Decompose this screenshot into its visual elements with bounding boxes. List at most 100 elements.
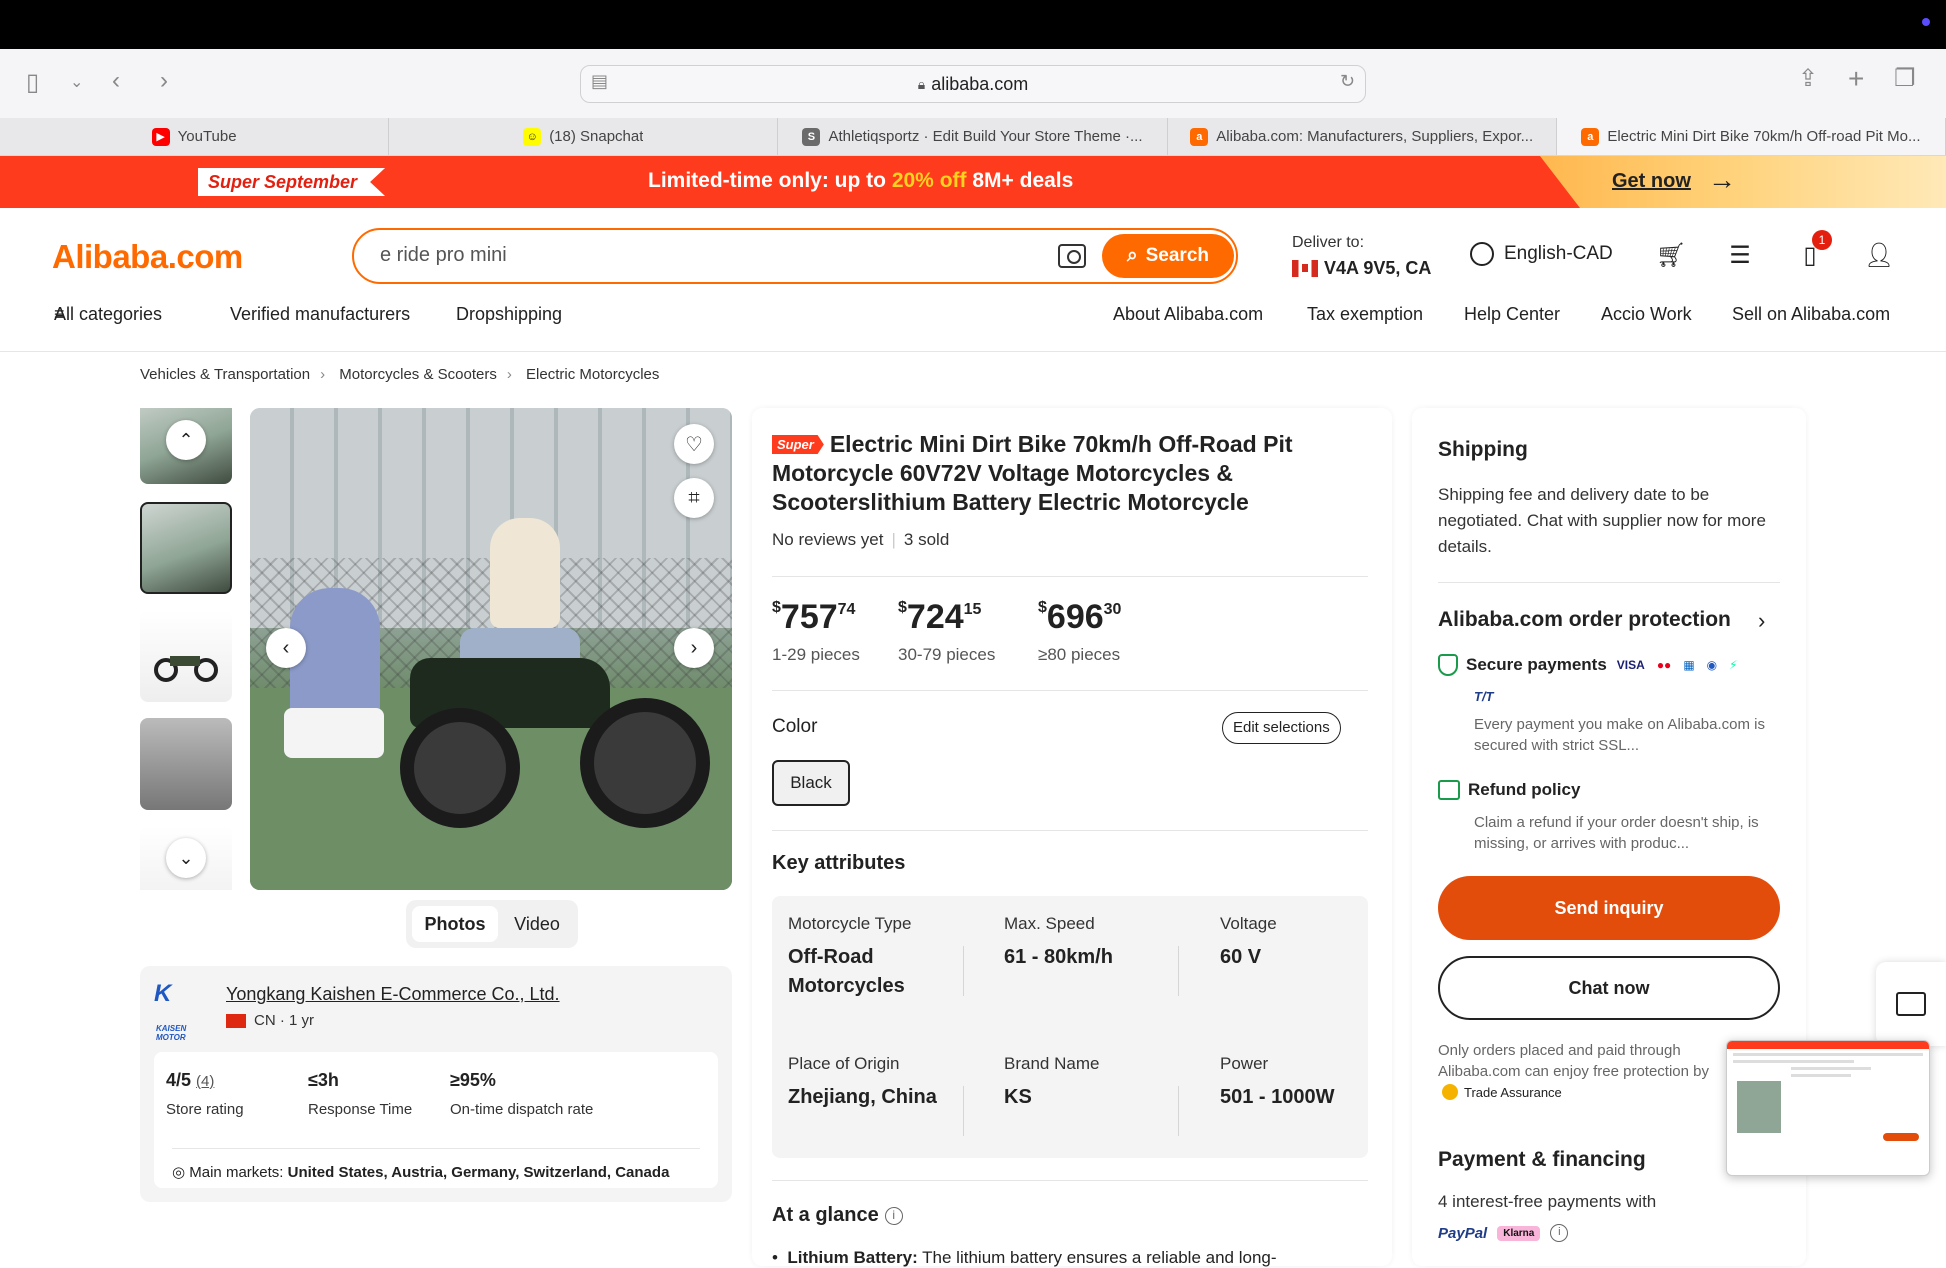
tab-athletiqsportz[interactable]: S Athletiqsportz · Edit Build Your Store … <box>778 118 1168 155</box>
trade-assurance: Trade Assurance <box>1442 1084 1562 1100</box>
tab-snapchat[interactable]: ☺ (18) Snapchat <box>389 118 779 155</box>
forward-icon[interactable]: › <box>160 69 168 93</box>
at-a-glance-title: At a glance i <box>772 1204 903 1227</box>
search-bar[interactable]: e ride pro mini ⌕ Search <box>352 228 1238 284</box>
reviews-link[interactable]: No reviews yet <box>772 530 883 549</box>
chevron-right-icon: › <box>320 366 326 383</box>
thumbnail-strip <box>140 408 234 890</box>
shipping-text: Shipping fee and delivery date to be neg… <box>1438 485 1766 556</box>
breadcrumb-motorcycles[interactable]: Motorcycles & Scooters <box>339 366 497 383</box>
browser-toolbar: ▯ ⌄ ‹ › ▤ 🔒︎ alibaba.com ↻ ⇪ + ❐ <box>0 49 1946 118</box>
tab-product[interactable]: a Electric Mini Dirt Bike 70km/h Off-road… <box>1556 118 1946 155</box>
verified-manufacturers-link[interactable]: Verified manufacturers <box>230 304 410 325</box>
dropshipping-link[interactable]: Dropshipping <box>456 304 562 325</box>
get-now-link[interactable]: Get now <box>1612 170 1691 193</box>
thumbnail-selected[interactable] <box>140 502 232 594</box>
reload-icon[interactable]: ↻ <box>1340 72 1355 90</box>
info-icon[interactable]: i <box>884 1207 903 1225</box>
address-bar[interactable]: ▤ 🔒︎ alibaba.com ↻ <box>580 65 1366 103</box>
search-button[interactable]: ⌕ Search <box>1102 234 1234 278</box>
color-label: Color <box>772 716 818 737</box>
glance-bullet: • Lithium Battery: The lithium battery e… <box>772 1248 1277 1267</box>
accio-work-link[interactable]: Accio Work <box>1601 304 1692 325</box>
sell-link[interactable]: Sell on Alibaba.com <box>1732 304 1890 325</box>
next-image-icon[interactable]: › <box>674 628 714 668</box>
refund-text: Claim a refund if your order doesn't shi… <box>1474 814 1759 852</box>
language-selector[interactable]: English-CAD <box>1470 242 1613 266</box>
alibaba-logo[interactable]: Alibaba.com <box>52 238 243 276</box>
edit-selections-button[interactable]: Edit selections <box>1222 712 1341 744</box>
sidebar-toggle-icon[interactable]: ▯ <box>26 71 39 95</box>
thumbnail[interactable] <box>140 718 232 810</box>
attribute: Voltage 60 V <box>1220 914 1277 968</box>
payment-logos: VISA ●● ▦ ◉ ⚡ <box>1616 658 1738 672</box>
order-protection-title[interactable]: Alibaba.com order protection <box>1438 608 1731 632</box>
visual-search-icon[interactable]: ⌗ <box>674 478 714 518</box>
chevron-up-icon[interactable]: ⌃ <box>166 420 206 460</box>
color-option-black[interactable]: Black <box>772 760 850 806</box>
send-inquiry-button[interactable]: Send inquiry <box>1438 876 1780 940</box>
lock-icon: 🔒︎ <box>917 75 926 92</box>
reader-icon[interactable]: ▤ <box>591 72 608 90</box>
camera-search-icon[interactable] <box>1058 244 1086 268</box>
promo-message: Limited-time only: up to 20% off 8M+ dea… <box>648 169 1074 192</box>
product-info-card: Super Electric Mini Dirt Bike 70km/h Off-… <box>752 408 1392 1267</box>
cart-icon[interactable]: 🛒︎ <box>1656 242 1686 270</box>
response-time: ≤3h Response Time <box>308 1070 413 1118</box>
prev-image-icon[interactable]: ‹ <box>266 628 306 668</box>
ontime-rate: ≥95% On-time dispatch rate <box>450 1070 594 1118</box>
breadcrumb-vehicles[interactable]: Vehicles & Transportation <box>140 366 310 383</box>
url-text: alibaba.com <box>931 73 1029 94</box>
about-link[interactable]: About Alibaba.com <box>1113 304 1263 325</box>
refund-icon <box>1438 780 1460 800</box>
tab-alibaba-home[interactable]: a Alibaba.com: Manufacturers, Suppliers, … <box>1168 118 1557 155</box>
orders-icon[interactable]: ▯ 1 <box>1796 230 1832 270</box>
account-icon[interactable]: 👤︎ <box>1864 242 1894 270</box>
main-markets: ◎ Main markets: United States, Austria, … <box>172 1148 700 1181</box>
screenshot-preview[interactable] <box>1726 1040 1930 1176</box>
secure-text: Every payment you make on Alibaba.com is… <box>1474 716 1765 754</box>
paypal-logo: PayPal <box>1438 1224 1488 1242</box>
messages-icon[interactable]: ☰ <box>1726 242 1754 270</box>
key-attributes-table: Motorcycle Type Off-Road Motorcycles Max.… <box>772 896 1368 1158</box>
favorite-icon[interactable]: ♡ <box>674 424 714 464</box>
chevron-down-icon[interactable]: ⌄ <box>70 75 83 91</box>
floating-chat-button[interactable] <box>1876 962 1946 1046</box>
promo-banner[interactable]: Super September Limited-time only: up to… <box>0 156 1946 208</box>
store-rating: 4/5 (4) Store rating <box>166 1070 244 1118</box>
tab-overview-icon[interactable]: ❐ <box>1894 67 1916 91</box>
klarna-logo: Klarna <box>1497 1225 1541 1241</box>
tab-youtube[interactable]: ▶ YouTube <box>0 118 390 155</box>
product-title: Super Electric Mini Dirt Bike 70km/h Off-… <box>772 431 1293 515</box>
chevron-right-icon[interactable]: › <box>1758 608 1765 634</box>
help-center-link[interactable]: Help Center <box>1464 304 1560 325</box>
share-icon[interactable]: ⇪ <box>1798 67 1818 91</box>
thumbnail[interactable] <box>140 610 232 702</box>
new-tab-icon[interactable]: + <box>1848 65 1864 93</box>
breadcrumb-electric[interactable]: Electric Motorcycles <box>526 366 659 383</box>
price-tier: $72415 30-79 pieces <box>898 598 996 664</box>
attribute: Brand Name KS <box>1004 1054 1100 1108</box>
trade-assurance-icon <box>1442 1084 1458 1100</box>
globe-icon: ◎ <box>172 1164 190 1181</box>
main-product-image[interactable] <box>250 408 732 890</box>
info-icon[interactable]: i <box>1550 1224 1569 1242</box>
chevron-down-icon[interactable]: ⌄ <box>166 838 206 878</box>
super-badge: Super <box>772 435 824 454</box>
refund-policy: Refund policy <box>1438 780 1580 800</box>
chat-now-button[interactable]: Chat now <box>1438 956 1780 1020</box>
alibaba-icon: a <box>1190 127 1209 146</box>
tab-video[interactable]: Video <box>502 906 572 942</box>
back-icon[interactable]: ‹ <box>112 69 120 93</box>
arrow-right-icon[interactable]: → <box>1708 164 1736 196</box>
rating-count-link[interactable]: (4) <box>196 1073 214 1090</box>
search-input[interactable]: e ride pro mini <box>380 244 507 267</box>
deliver-to[interactable]: Deliver to: V4A 9V5, CA <box>1292 234 1431 279</box>
supplier-name-link[interactable]: Yongkang Kaishen E-Commerce Co., Ltd. <box>226 984 560 1005</box>
bike-icon <box>154 656 218 682</box>
attribute: Motorcycle Type Off-Road Motorcycles <box>788 914 912 997</box>
tax-exemption-link[interactable]: Tax exemption <box>1307 304 1423 325</box>
orders-badge: 1 <box>1812 230 1832 250</box>
tab-photos[interactable]: Photos <box>412 906 498 942</box>
payment-financing-title: Payment & financing <box>1438 1148 1646 1171</box>
